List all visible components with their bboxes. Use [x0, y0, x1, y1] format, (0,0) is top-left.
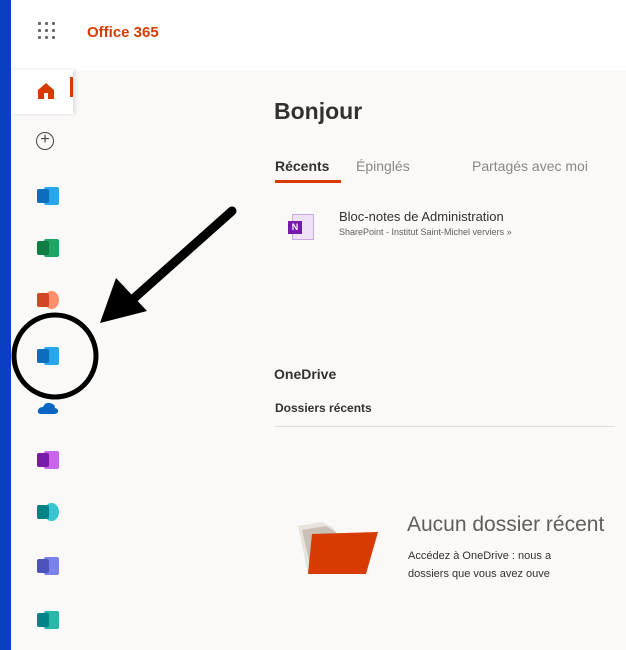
empty-folder-illustration — [298, 522, 378, 574]
onenote-file-icon: N — [288, 214, 314, 240]
empty-state-description: Accédez à OneDrive : nous a dossiers que… — [408, 547, 618, 583]
tab-recents[interactable]: Récents — [275, 158, 329, 174]
empty-desc-line-2: dossiers que vous avez ouve — [408, 568, 550, 580]
recent-folders-heading: Dossiers récents — [275, 401, 372, 415]
empty-desc-line-1: Accédez à OneDrive : nous a — [408, 550, 552, 562]
recent-file-name[interactable]: Bloc-notes de Administration — [339, 209, 504, 224]
tab-shared-with-me[interactable]: Partagés avec moi — [472, 158, 588, 174]
active-tab-underline — [275, 180, 341, 183]
empty-state-title: Aucun dossier récent — [407, 513, 605, 536]
main-content: Récents Épinglés Partagés avec moi N Blo… — [0, 0, 626, 650]
recent-file-path: SharePoint - Institut Saint-Michel vervi… — [339, 227, 512, 237]
onedrive-section-title[interactable]: OneDrive — [274, 366, 336, 382]
section-divider — [275, 426, 615, 427]
tab-pinned[interactable]: Épinglés — [356, 158, 410, 174]
